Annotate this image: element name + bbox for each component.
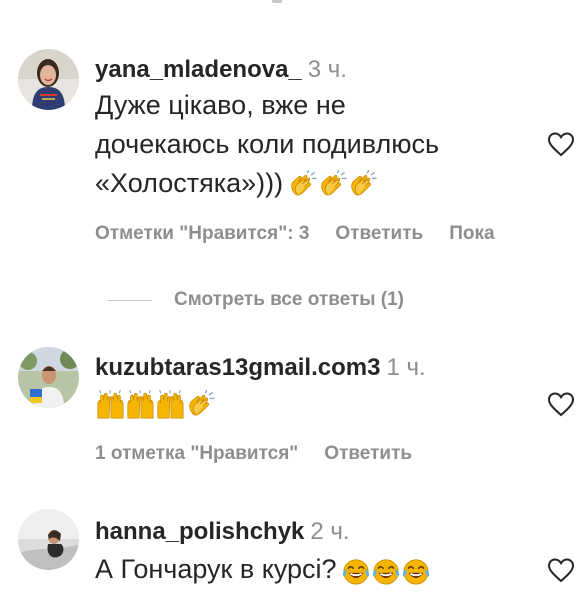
tears-of-joy-icon: [401, 556, 431, 586]
comment-text-line: Дуже цікаво, вже не: [95, 90, 346, 120]
avatar[interactable]: [18, 347, 79, 408]
previous-comment-edge: [0, 0, 584, 10]
raising-hands-icon: [95, 390, 125, 420]
comment-actions: Отметки "Нравится": 3 Ответить Пока: [95, 221, 521, 247]
emoji-group: [95, 390, 215, 420]
clapping-hands-icon: [347, 170, 377, 200]
tears-of-joy-icon: [341, 556, 371, 586]
comment-text-line: А Гончарук в курсі?: [95, 550, 431, 588]
comment-header: yana_mladenova_ 3 ч.: [95, 55, 347, 85]
clapping-hands-icon: [317, 170, 347, 200]
like-heart-icon[interactable]: [547, 131, 575, 157]
like-heart-icon[interactable]: [547, 557, 575, 583]
comment-header: hanna_polishchyk 2 ч.: [95, 517, 350, 547]
avatar[interactable]: [18, 49, 79, 110]
comment-text: А Гончарук в курсі?: [95, 554, 337, 584]
raising-hands-icon: [125, 390, 155, 420]
tears-of-joy-icon: [371, 556, 401, 586]
emoji-group: [287, 170, 377, 200]
view-replies-label: Смотреть все ответы (1): [174, 289, 404, 310]
comment-text: «Холостяка»))): [95, 168, 284, 198]
timestamp[interactable]: 3 ч.: [308, 56, 347, 83]
username[interactable]: yana_mladenova_: [95, 56, 302, 83]
comment-text-line: дочекаюсь коли подивлюсь: [95, 129, 440, 159]
comment-actions: 1 отметка "Нравится" Ответить: [95, 441, 438, 467]
reply-button[interactable]: Ответить: [324, 443, 412, 464]
timestamp[interactable]: 2 ч.: [310, 518, 349, 545]
likes-count-link[interactable]: Отметки "Нравится": 3: [95, 223, 309, 244]
comment-header: kuzubtaras13gmail.com3 1 ч.: [95, 353, 426, 383]
translate-button[interactable]: Пока: [449, 223, 494, 244]
clapping-hands-icon: [287, 170, 317, 200]
comment-text-line: «Холостяка»))): [95, 164, 377, 202]
emoji-group: [341, 556, 431, 586]
replies-divider: [108, 299, 152, 301]
likes-count-link[interactable]: 1 отметка "Нравится": [95, 443, 298, 464]
like-heart-icon[interactable]: [547, 391, 575, 417]
username[interactable]: hanna_polishchyk: [95, 518, 304, 545]
clapping-hands-icon: [185, 390, 215, 420]
comment-text-line: [95, 384, 215, 422]
timestamp[interactable]: 1 ч.: [386, 354, 425, 381]
avatar[interactable]: [18, 509, 79, 570]
previous-comment-mark: [272, 0, 282, 3]
raising-hands-icon: [155, 390, 185, 420]
username[interactable]: kuzubtaras13gmail.com3: [95, 354, 380, 381]
reply-button[interactable]: Ответить: [335, 223, 423, 244]
view-replies-button[interactable]: Смотреть все ответы (1): [108, 287, 404, 313]
